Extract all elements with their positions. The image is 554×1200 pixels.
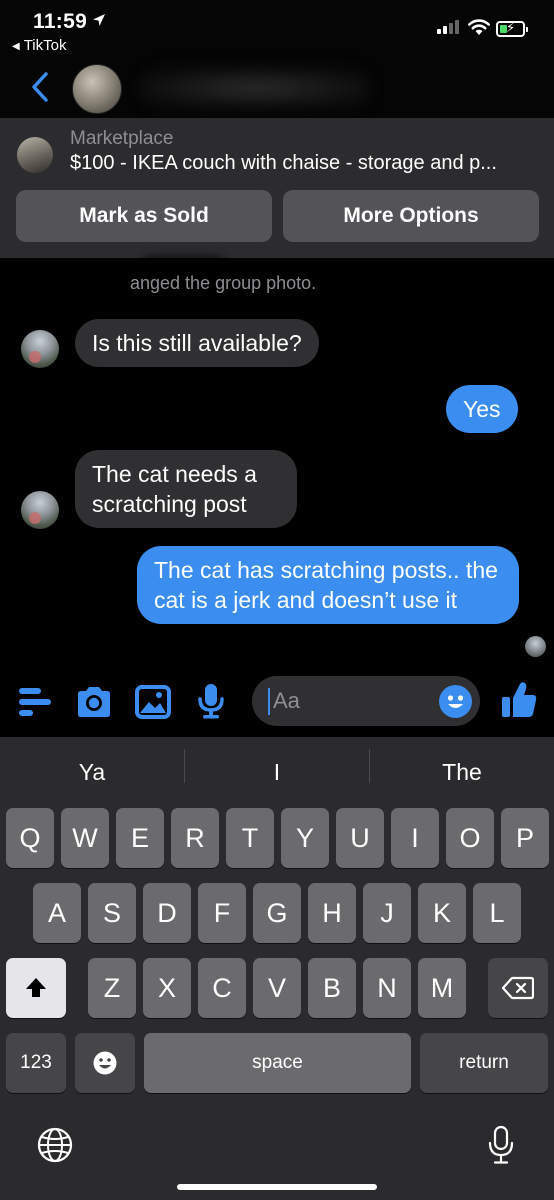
key-f[interactable]: F	[198, 883, 246, 943]
key-c[interactable]: C	[198, 958, 246, 1018]
status-bar: 11:59 ◀ TikTok ⚡	[0, 0, 554, 58]
emoji-icon[interactable]	[439, 685, 472, 718]
key-m[interactable]: M	[418, 958, 466, 1018]
key-b[interactable]: B	[308, 958, 356, 1018]
gallery-icon[interactable]	[135, 685, 171, 724]
key-y[interactable]: Y	[281, 808, 329, 868]
back-app-label: TikTok	[23, 37, 67, 54]
system-keyboard: Ya I The Q W E R T Y U I O P A S D F G H…	[0, 737, 554, 1200]
text-caret	[268, 688, 270, 715]
listing-thumbnail	[17, 137, 53, 173]
listing-title[interactable]: $100 - IKEA couch with chaise - storage …	[70, 152, 497, 175]
key-w[interactable]: W	[61, 808, 109, 868]
key-h[interactable]: H	[308, 883, 356, 943]
read-receipt-avatar	[525, 636, 546, 657]
key-u[interactable]: U	[336, 808, 384, 868]
menu-icon[interactable]	[18, 686, 52, 723]
delete-key[interactable]	[488, 958, 548, 1018]
key-k[interactable]: K	[418, 883, 466, 943]
battery-charging-icon: ⚡	[496, 20, 528, 37]
dictation-microphone-icon[interactable]	[487, 1125, 515, 1170]
message-input[interactable]: Aa	[252, 676, 480, 726]
sender-avatar	[21, 330, 59, 368]
key-s[interactable]: S	[88, 883, 136, 943]
message-composer: Aa	[0, 672, 554, 737]
emoji-keyboard-key[interactable]	[75, 1033, 135, 1093]
marketplace-listing-banner[interactable]: Marketplace $100 - IKEA couch with chais…	[0, 118, 554, 258]
thumbs-up-icon[interactable]	[500, 680, 538, 725]
more-options-button[interactable]: More Options	[283, 190, 539, 242]
shift-icon	[26, 978, 46, 997]
key-x[interactable]: X	[143, 958, 191, 1018]
key-z[interactable]: Z	[88, 958, 136, 1018]
suggestion-3[interactable]: The	[370, 737, 554, 807]
emoji-keyboard-icon	[93, 1051, 117, 1075]
message-placeholder: Aa	[273, 688, 300, 713]
key-i[interactable]: I	[391, 808, 439, 868]
key-a[interactable]: A	[33, 883, 81, 943]
microphone-icon[interactable]	[196, 682, 226, 725]
key-q[interactable]: Q	[6, 808, 54, 868]
return-key[interactable]: return	[420, 1033, 548, 1093]
marketplace-label: Marketplace	[70, 128, 174, 149]
key-j[interactable]: J	[363, 883, 411, 943]
key-l[interactable]: L	[473, 883, 521, 943]
back-triangle-icon: ◀	[12, 41, 20, 52]
cellular-signal-icon	[437, 20, 461, 34]
message-thread[interactable]: anged the group photo. Is this still ava…	[0, 258, 554, 672]
shift-key[interactable]	[6, 958, 66, 1018]
contact-avatar[interactable]	[72, 64, 122, 114]
mark-as-sold-button[interactable]: Mark as Sold	[16, 190, 272, 242]
redacted-contact-name	[140, 68, 370, 108]
conversation-header	[0, 58, 554, 118]
key-p[interactable]: P	[501, 808, 549, 868]
key-n[interactable]: N	[363, 958, 411, 1018]
key-d[interactable]: D	[143, 883, 191, 943]
key-r[interactable]: R	[171, 808, 219, 868]
location-arrow-icon	[92, 13, 106, 31]
key-v[interactable]: V	[253, 958, 301, 1018]
message-bubble-incoming[interactable]: Is this still available?	[75, 319, 319, 367]
home-indicator[interactable]	[177, 1184, 377, 1190]
chevron-left-icon[interactable]	[26, 70, 56, 104]
suggestion-1[interactable]: Ya	[0, 737, 184, 807]
camera-icon[interactable]	[75, 685, 113, 724]
numbers-key[interactable]: 123	[6, 1033, 66, 1093]
sender-avatar	[21, 491, 59, 529]
clock: 11:59	[33, 10, 88, 33]
globe-icon[interactable]	[37, 1127, 73, 1168]
message-bubble-outgoing[interactable]: The cat has scratching posts.. the cat i…	[137, 546, 519, 624]
suggestion-2[interactable]: I	[185, 737, 369, 807]
system-message: anged the group photo.	[130, 273, 317, 293]
space-key[interactable]: space	[144, 1033, 411, 1093]
key-e[interactable]: E	[116, 808, 164, 868]
key-t[interactable]: T	[226, 808, 274, 868]
back-to-app-link[interactable]: ◀ TikTok	[12, 37, 66, 54]
message-bubble-incoming[interactable]: The cat needs a scratching post	[75, 450, 297, 528]
key-o[interactable]: O	[446, 808, 494, 868]
key-g[interactable]: G	[253, 883, 301, 943]
backspace-icon	[502, 976, 534, 1000]
message-bubble-outgoing[interactable]: Yes	[446, 385, 518, 433]
wifi-icon	[467, 18, 491, 41]
